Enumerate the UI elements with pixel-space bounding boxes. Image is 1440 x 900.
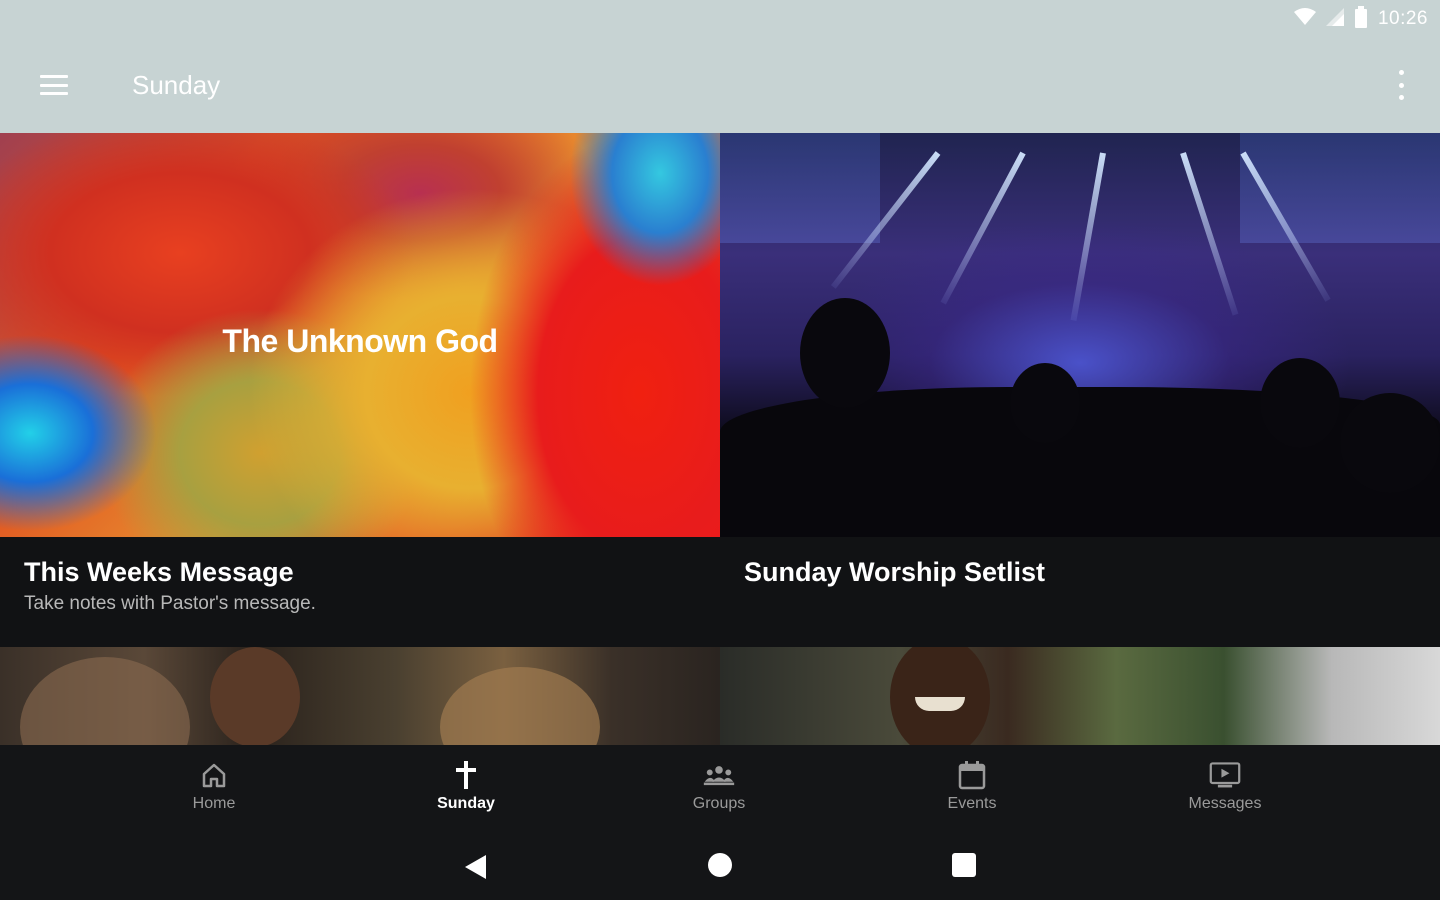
message-series-image: The Unknown God <box>0 133 720 537</box>
back-icon[interactable] <box>462 853 490 886</box>
signal-icon <box>1325 7 1344 31</box>
home-circle-icon[interactable] <box>707 852 733 883</box>
card-subtitle: Take notes with Pastor's message. <box>24 593 316 614</box>
cross-icon <box>450 759 482 791</box>
groups-icon <box>703 759 735 791</box>
top-bar: 10:26 Sunday <box>0 0 1440 133</box>
card-title: Sunday Worship Setlist <box>744 557 1046 587</box>
calendar-icon <box>956 759 988 791</box>
card-info: This Weeks Message Take notes with Pasto… <box>0 537 720 647</box>
nav-label: Sunday <box>437 795 495 812</box>
bottom-navigation: Home Sunday Groups Events Messages <box>0 745 1440 833</box>
app-bar: Sunday <box>0 50 1440 122</box>
tv-play-icon <box>1209 759 1241 791</box>
wifi-icon <box>1293 7 1316 31</box>
hamburger-menu-icon[interactable] <box>38 72 70 98</box>
worship-concert-image <box>720 133 1440 537</box>
content-grid: The Unknown God This Weeks Message Take … <box>0 133 1440 745</box>
page-title: Sunday <box>132 70 221 100</box>
nav-item-sunday[interactable]: Sunday <box>396 745 536 833</box>
system-navigation-bar <box>0 833 1440 900</box>
card-sunday-worship-setlist[interactable]: Sunday Worship Setlist <box>720 133 1440 647</box>
battery-icon <box>1354 5 1368 33</box>
home-icon <box>198 759 230 791</box>
status-time: 10:26 <box>1377 8 1428 29</box>
group-card-image-1[interactable] <box>0 647 720 745</box>
nav-label: Messages <box>1188 795 1262 812</box>
nav-item-messages[interactable]: Messages <box>1155 745 1295 833</box>
nav-label: Events <box>947 795 997 812</box>
recents-icon[interactable] <box>951 852 977 883</box>
nav-item-events[interactable]: Events <box>902 745 1042 833</box>
nav-item-home[interactable]: Home <box>144 745 284 833</box>
status-bar: 10:26 <box>1293 5 1428 33</box>
nav-label: Groups <box>692 795 746 812</box>
more-vertical-icon[interactable] <box>1396 70 1406 100</box>
nav-label: Home <box>192 795 236 812</box>
group-card-image-2[interactable] <box>720 647 1440 745</box>
card-this-weeks-message[interactable]: The Unknown God This Weeks Message Take … <box>0 133 720 647</box>
nav-item-groups[interactable]: Groups <box>649 745 789 833</box>
series-title-graphic: The Unknown God <box>222 323 498 359</box>
card-title: This Weeks Message <box>24 557 294 587</box>
card-info: Sunday Worship Setlist <box>720 537 1440 647</box>
